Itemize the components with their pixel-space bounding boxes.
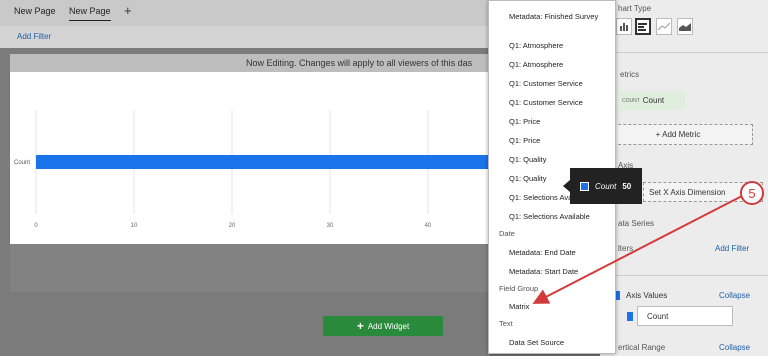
- widget-placeholder: [10, 244, 490, 292]
- editing-notice: Now Editing. Changes will apply to all v…: [10, 54, 490, 72]
- x-tick-label: 0: [34, 223, 38, 229]
- tab-new-page-1[interactable]: New Page: [14, 6, 56, 16]
- x-tick-label: 10: [131, 223, 138, 229]
- add-filter-panel-link[interactable]: Add Filter: [715, 244, 749, 253]
- vertical-range-label: ertical Range: [618, 343, 666, 352]
- series-color-icon[interactable]: [627, 312, 633, 321]
- area-chart-icon[interactable]: [677, 18, 693, 35]
- dropdown-item-matrix[interactable]: Matrix: [509, 302, 613, 311]
- dropdown-item[interactable]: Q1: Price: [509, 136, 613, 145]
- step-callout: 5: [740, 181, 764, 205]
- metrics-label: etrics: [620, 70, 640, 79]
- dropdown-item[interactable]: Metadata: End Date: [509, 248, 613, 257]
- count-chip-type: COUNT: [622, 97, 640, 104]
- dropdown-item[interactable]: Q1: Atmosphere: [509, 60, 613, 69]
- plus-icon: +: [356, 319, 364, 333]
- chart-widget[interactable]: 0 10 20 30 40 Count: [10, 72, 526, 244]
- chart-type-label: hart Type: [618, 4, 652, 13]
- chart-tooltip: Count 50: [563, 168, 642, 204]
- tab-new-page-2[interactable]: New Page: [69, 6, 111, 21]
- bar-chart-icon[interactable]: [616, 18, 632, 35]
- dropdown-item[interactable]: Q1: Price: [509, 117, 613, 126]
- dropdown-item[interactable]: Q1: Customer Service: [509, 98, 613, 107]
- line-chart-icon[interactable]: [656, 18, 672, 35]
- vertical-range-collapse-link[interactable]: Collapse: [719, 343, 750, 352]
- dropdown-item[interactable]: Data Set Source: [509, 338, 613, 347]
- dropdown-group-field: Field Group: [499, 284, 539, 293]
- dropdown-item[interactable]: Metadata: Start Date: [509, 267, 613, 276]
- count-chip-label: Count: [642, 96, 665, 105]
- count-metric-chip[interactable]: COUNT Count: [620, 91, 685, 110]
- category-label: Count: [14, 160, 30, 166]
- dropdown-item[interactable]: Q1: Atmosphere: [509, 41, 613, 50]
- bar-chart: 0 10 20 30 40 Count: [14, 110, 526, 229]
- tooltip-series: Count: [595, 181, 617, 191]
- axis-values-label: Axis Values: [626, 291, 668, 300]
- axis-value-input[interactable]: Count: [637, 306, 733, 326]
- x-tick-label: 20: [229, 223, 236, 229]
- dropdown-item[interactable]: Q1: Customer Service: [509, 79, 613, 88]
- dropdown-item[interactable]: Metadata: Finished Survey: [509, 12, 613, 21]
- axis-values-collapse-link[interactable]: Collapse: [719, 291, 750, 300]
- editing-notice-text: Now Editing. Changes will apply to all v…: [246, 58, 473, 68]
- add-widget-button[interactable]: + Add Widget: [323, 316, 443, 336]
- add-filter-link[interactable]: Add Filter: [17, 32, 51, 41]
- dropdown-item[interactable]: Q1: Selections Available: [509, 212, 613, 221]
- dropdown-group-date: Date: [499, 229, 515, 238]
- add-page-plus-icon[interactable]: +: [124, 3, 132, 18]
- x-tick-label: 30: [327, 223, 334, 229]
- add-metric-button[interactable]: + Add Metric: [603, 124, 753, 145]
- divider: [600, 275, 768, 276]
- bar: [36, 155, 526, 169]
- filter-bar: Add Filter: [0, 26, 490, 48]
- dropdown-group-text: Text: [499, 319, 513, 328]
- dropdown-item[interactable]: Q1: Quality: [509, 155, 613, 164]
- divider: [600, 52, 768, 53]
- tooltip-swatch: [580, 181, 589, 191]
- tooltip-value: 50: [622, 181, 632, 191]
- x-tick-label: 40: [425, 223, 432, 229]
- data-series-label: ata Series: [618, 219, 655, 228]
- add-widget-label: Add Widget: [367, 321, 410, 331]
- horizontal-bar-icon[interactable]: [635, 18, 651, 35]
- page-tab-bar: New Page New Page +: [0, 0, 490, 26]
- filters-label: lters: [618, 244, 634, 253]
